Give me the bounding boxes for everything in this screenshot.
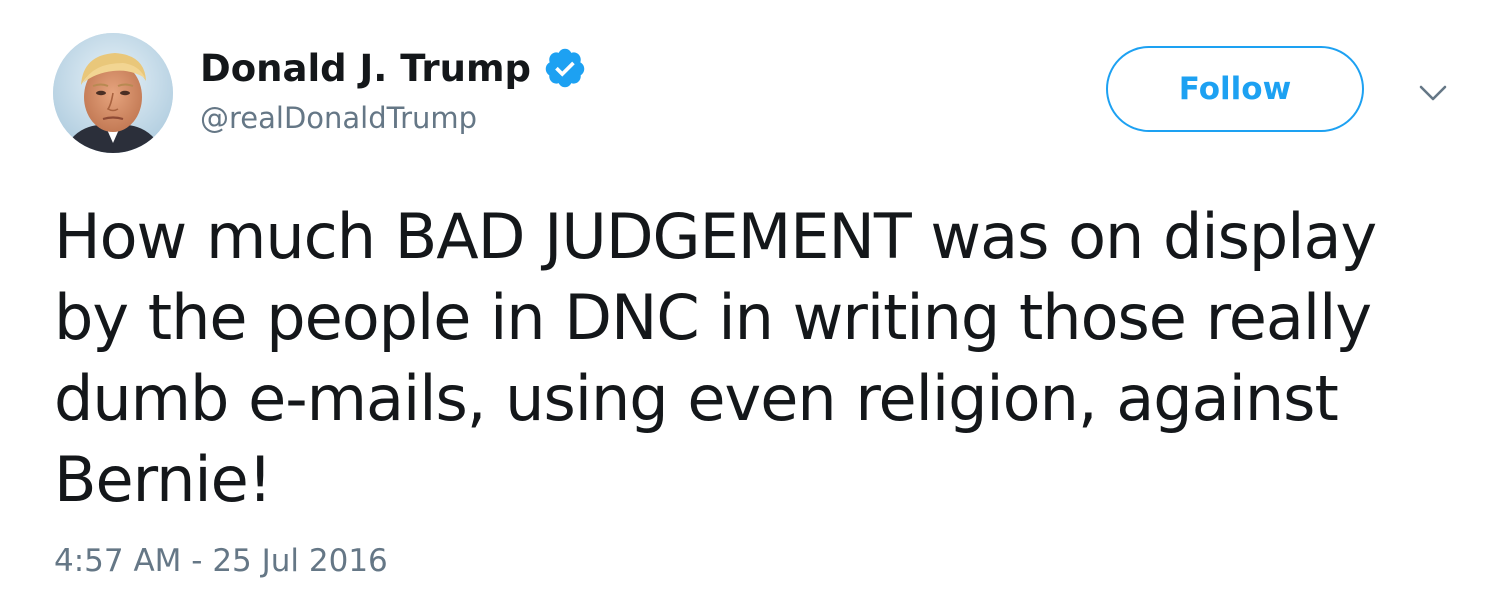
author-avatar[interactable]: [53, 33, 173, 153]
verified-badge-icon: [543, 46, 587, 90]
author-display-name[interactable]: Donald J. Trump: [200, 47, 531, 90]
tweet-text: How much BAD JUDGEMENT was on display by…: [54, 200, 1377, 516]
author-handle[interactable]: @realDonaldTrump: [200, 101, 477, 135]
chevron-down-icon[interactable]: [1418, 82, 1448, 104]
tweet-card: Donald J. Trump @realDonaldTrump Follow …: [0, 0, 1491, 610]
avatar-image: [53, 33, 173, 153]
tweet-timestamp[interactable]: 4:57 AM - 25 Jul 2016: [54, 543, 388, 579]
author-name-row[interactable]: Donald J. Trump: [200, 40, 587, 96]
follow-button[interactable]: Follow: [1106, 46, 1364, 132]
